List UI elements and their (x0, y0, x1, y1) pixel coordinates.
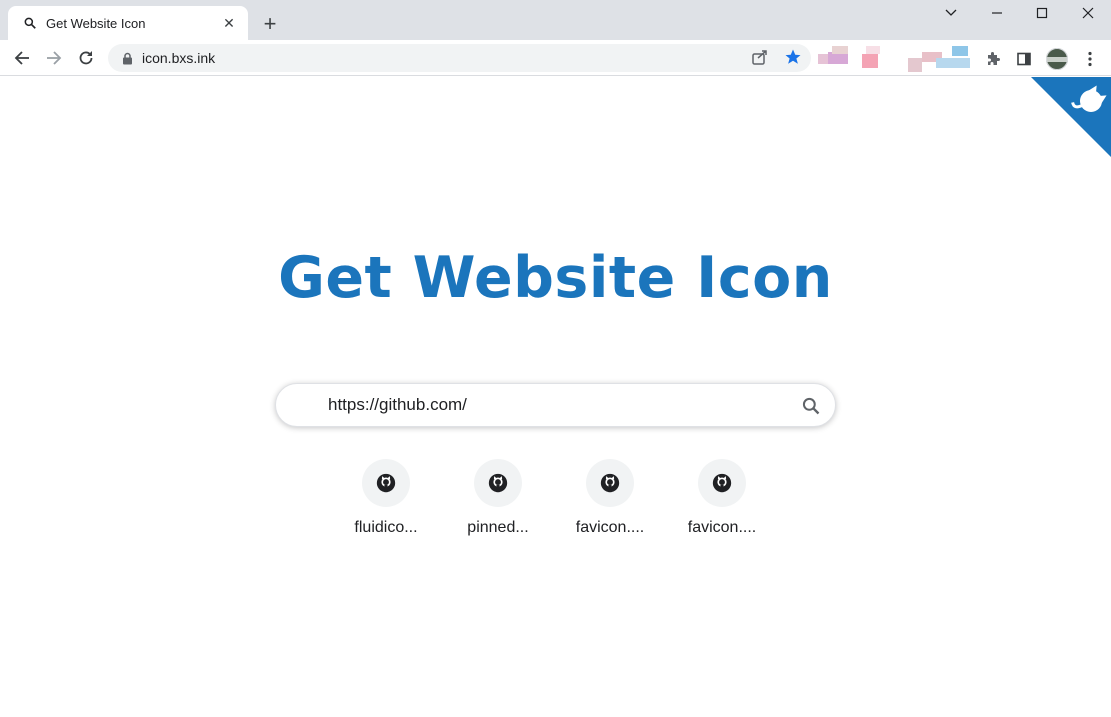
search-icon (22, 15, 38, 31)
tab-search-chevron-icon[interactable] (928, 0, 974, 26)
new-tab-button[interactable]: + (258, 12, 282, 36)
lock-icon (120, 51, 134, 65)
profile-avatar[interactable] (1045, 47, 1069, 71)
result-label: pinned... (467, 519, 529, 536)
address-bar[interactable]: icon.bxs.ink (108, 44, 811, 72)
share-icon[interactable] (749, 46, 771, 68)
tab-get-website-icon[interactable]: Get Website Icon ✕ (8, 6, 248, 40)
close-window-button[interactable] (1065, 0, 1111, 26)
back-button[interactable] (8, 44, 36, 72)
result-label: favicon.... (575, 519, 645, 536)
minimize-button[interactable] (974, 0, 1020, 26)
extensions-blurred-area (818, 46, 978, 72)
url-search-box (275, 383, 836, 427)
page-title: Get Website Icon (278, 245, 833, 311)
result-item[interactable]: favicon.... (554, 459, 666, 537)
address-url: icon.bxs.ink (142, 50, 216, 66)
extensions-puzzle-icon[interactable] (981, 47, 1005, 71)
search-icon[interactable] (799, 394, 823, 418)
reload-button[interactable] (72, 44, 100, 72)
result-label: favicon.... (687, 519, 757, 536)
side-panel-icon[interactable] (1012, 47, 1036, 71)
tab-close-button[interactable]: ✕ (220, 14, 238, 32)
menu-kebab-icon[interactable] (1078, 47, 1102, 71)
forward-button[interactable] (40, 44, 68, 72)
github-icon (362, 459, 410, 507)
result-label: fluidico... (354, 519, 418, 536)
result-item[interactable]: favicon.... (666, 459, 778, 537)
tab-strip: Get Website Icon ✕ + (0, 0, 1111, 40)
result-item[interactable]: fluidico... (330, 459, 442, 537)
tab-title: Get Website Icon (46, 15, 146, 31)
github-icon (586, 459, 634, 507)
url-input[interactable] (328, 393, 788, 417)
github-icon (698, 459, 746, 507)
github-icon (474, 459, 522, 507)
maximize-button[interactable] (1019, 0, 1065, 26)
icon-results: fluidico... pinned... favicon.... favico… (330, 459, 790, 549)
result-item[interactable]: pinned... (442, 459, 554, 537)
bookmark-star-icon[interactable] (782, 46, 804, 68)
github-corner-link[interactable] (1031, 77, 1111, 157)
